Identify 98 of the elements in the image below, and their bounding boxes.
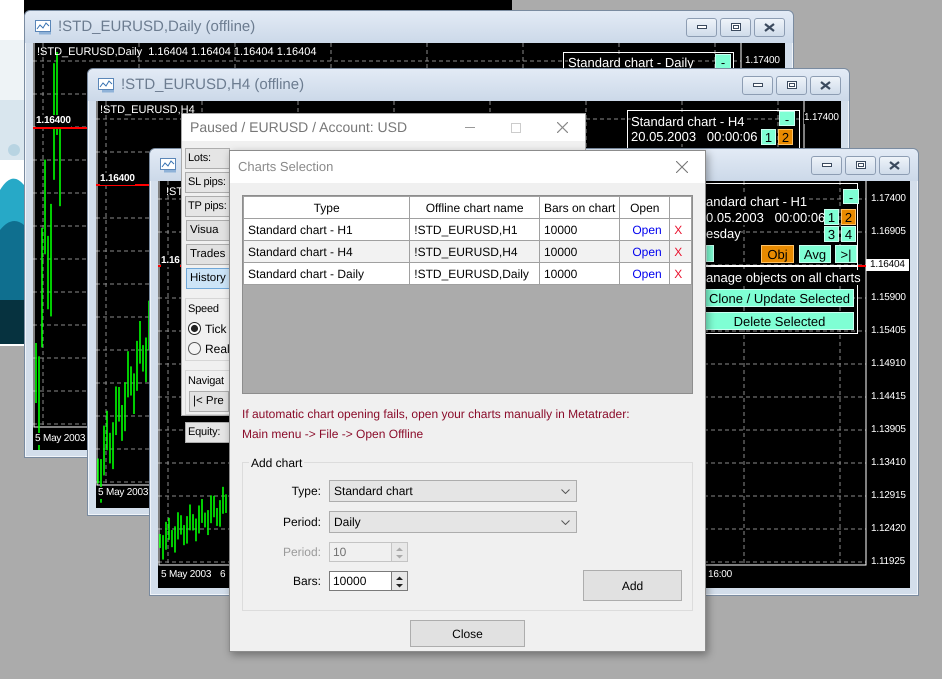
object-action-button[interactable]: Clone / Update Selected xyxy=(706,289,854,307)
table-cell: 10000 xyxy=(539,240,620,262)
column-header: Bars on chart xyxy=(539,196,620,218)
minimize-button[interactable] xyxy=(742,76,773,94)
table-cell: !STD_EURUSD,H4 xyxy=(410,240,540,262)
note-text: Main menu -> File -> Open Offline xyxy=(242,426,424,443)
price-level-label: 1.16 xyxy=(161,255,180,267)
maximize-button[interactable] xyxy=(776,76,807,94)
mode-button[interactable]: History xyxy=(186,268,230,289)
field-label: Period: xyxy=(282,514,321,531)
slot-button[interactable]: 2 xyxy=(778,129,793,145)
note-text: If automatic chart opening fails, open your charts manually in Metatrader: xyxy=(242,406,631,423)
slot-button[interactable]: 2 xyxy=(841,209,856,225)
price-axis-label: 1.17400 xyxy=(804,112,839,124)
maximize-icon xyxy=(786,81,796,89)
radio-label: Tick xyxy=(205,320,227,338)
tool-button[interactable]: >| xyxy=(835,245,857,263)
time-axis-label: 5 May 2003 xyxy=(35,433,86,445)
minimize-icon xyxy=(696,25,706,29)
radio-label: Real xyxy=(205,340,230,358)
period-dropdown[interactable]: Daily xyxy=(329,511,577,533)
window-title: !STD_EURUSD,H4 (offline) xyxy=(121,74,304,95)
tool-button[interactable]: Avg xyxy=(799,245,831,263)
minimize-button[interactable] xyxy=(686,18,717,36)
caret-icon xyxy=(561,488,570,494)
maximize-button[interactable] xyxy=(720,18,751,36)
panel-day: esday xyxy=(706,226,741,241)
mode-button[interactable]: Visua xyxy=(186,220,230,241)
close-icon xyxy=(556,122,568,133)
chart-window-icon xyxy=(160,158,177,172)
close-button[interactable] xyxy=(754,18,785,36)
minimize-icon xyxy=(822,163,832,167)
panel-title: Standard chart - H4 xyxy=(631,114,744,129)
radio-button[interactable] xyxy=(188,342,201,355)
chart-window-icon xyxy=(98,78,115,92)
close-icon xyxy=(820,80,831,90)
close-icon xyxy=(764,22,775,32)
price-level-label: 1.16400 xyxy=(36,115,71,127)
dialog-title: Charts Selection xyxy=(238,158,334,176)
spin-button[interactable] xyxy=(391,571,408,591)
field-label: SL pips: xyxy=(185,172,230,193)
chart-window-icon xyxy=(35,20,52,34)
close-button[interactable] xyxy=(810,76,841,94)
panel-title: andard chart - H1 xyxy=(706,194,808,209)
maximize-icon xyxy=(511,122,521,132)
table-cell: !STD_EURUSD,Daily xyxy=(410,262,540,284)
add-button[interactable]: Add xyxy=(583,570,682,601)
chart-header: !ST xyxy=(166,186,184,199)
time-axis-label: 5 May 2003 xyxy=(98,487,148,499)
field-label: Lots: xyxy=(185,148,230,169)
price-level-label: 1.16400 xyxy=(100,173,135,185)
column-header: Open xyxy=(620,196,670,218)
maximize-icon xyxy=(730,23,740,31)
chart-header: !STD_EURUSD,H4 xyxy=(100,104,195,117)
minimize-button[interactable] xyxy=(811,156,842,174)
tool-button[interactable]: Obj xyxy=(761,245,794,263)
group-label: Speed xyxy=(188,302,220,317)
field-label: Bars: xyxy=(292,573,321,590)
field-label: Type: xyxy=(290,483,321,500)
collapse-button[interactable]: - xyxy=(715,54,731,69)
slot-button[interactable]: 1 xyxy=(824,209,839,225)
object-action-button[interactable]: Delete Selected xyxy=(706,312,854,330)
previous-button[interactable]: |< Pre xyxy=(189,391,229,412)
close-dialog-button[interactable]: Close xyxy=(410,620,525,647)
slot-button[interactable]: 4 xyxy=(841,226,856,242)
panel-date: 0.05.2003 00:00:06 xyxy=(706,210,826,225)
current-price-label: 1.16404 xyxy=(866,259,909,271)
column-header: Type xyxy=(244,196,410,218)
panel-caption: anage objects on all charts xyxy=(706,270,861,285)
field-label: Period: xyxy=(282,544,321,561)
table-cell: 10000 xyxy=(539,262,620,284)
mode-button[interactable]: Trades xyxy=(186,244,230,265)
minimize-icon xyxy=(465,126,475,128)
type-dropdown[interactable]: Standard chart xyxy=(329,480,577,502)
window-title: !STD_EURUSD,Daily (offline) xyxy=(58,16,256,37)
equity-label: Equity: xyxy=(185,422,230,443)
bars-spin-field[interactable]: 10000 xyxy=(329,571,391,591)
radio-button[interactable] xyxy=(188,322,201,335)
close-button[interactable] xyxy=(879,156,910,174)
field-label: TP pips: xyxy=(185,196,230,217)
window-title: Paused / EURUSD / Account: USD xyxy=(190,118,408,137)
maximize-icon xyxy=(856,161,866,169)
minimize-icon xyxy=(752,83,762,87)
slot-button[interactable]: 3 xyxy=(824,226,839,242)
table-cell: Standard chart - H4 xyxy=(244,240,410,262)
panel-date: 20.05.2003 00:00:06 xyxy=(631,129,758,144)
group-label: Navigat xyxy=(188,374,225,388)
column-header: Offline chart name xyxy=(410,196,540,218)
caret-icon xyxy=(561,520,570,524)
table-cell: Standard chart - Daily xyxy=(244,262,410,284)
chart-header: !STD_EURUSD,Daily 1.16404 1.16404 1.16404 1.16404 xyxy=(37,46,316,59)
collapse-button[interactable]: - xyxy=(843,189,859,204)
maximize-button[interactable] xyxy=(845,156,876,174)
time-axis-label: 5 May 2003 xyxy=(161,569,212,581)
collapse-button[interactable]: - xyxy=(779,111,795,126)
slot-button[interactable]: 1 xyxy=(761,129,776,145)
close-icon xyxy=(676,161,688,173)
close-icon xyxy=(889,160,900,170)
